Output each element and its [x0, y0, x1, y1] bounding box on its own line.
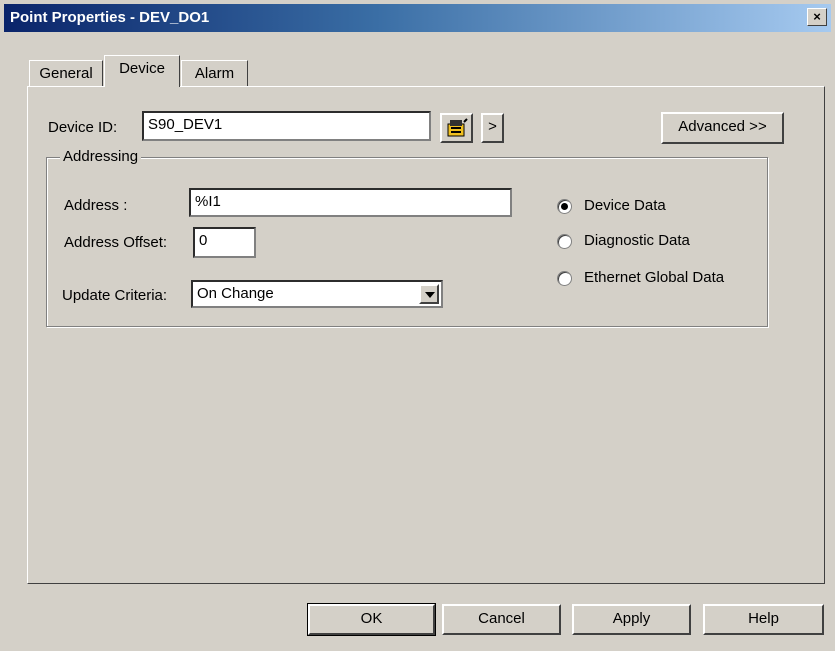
device-browse-icon	[447, 118, 468, 137]
tab-alarm[interactable]: Alarm	[181, 60, 248, 86]
address-label: Address :	[64, 197, 128, 214]
chevron-down-icon[interactable]	[419, 284, 439, 304]
radio-diagnostic-data-label: Diagnostic Data	[584, 232, 690, 249]
device-id-label: Device ID:	[48, 119, 118, 136]
close-button[interactable]: ×	[807, 8, 827, 26]
ok-button[interactable]: OK	[307, 603, 436, 636]
update-criteria-select[interactable]: On Change	[191, 280, 443, 308]
tab-alarm-label: Alarm	[194, 65, 235, 82]
cancel-button[interactable]: Cancel	[442, 604, 561, 635]
addressing-legend: Addressing	[60, 148, 142, 165]
point-properties-dialog: Point Properties - DEV_DO1 × General Dev…	[0, 0, 835, 651]
tab-general-label: General	[39, 65, 93, 82]
radio-unselected-icon	[557, 234, 572, 249]
tab-device[interactable]: Device	[104, 55, 180, 87]
device-id-field[interactable]: S90_DEV1	[142, 111, 431, 141]
radio-selected-icon	[557, 199, 572, 214]
address-field[interactable]: %I1	[189, 188, 512, 217]
address-offset-field[interactable]: 0	[193, 227, 256, 258]
window-title: Point Properties - DEV_DO1	[10, 9, 210, 26]
device-browse-button[interactable]	[440, 113, 473, 143]
radio-device-data-label: Device Data	[584, 197, 666, 214]
radio-ethernet-global-data-label: Ethernet Global Data	[584, 269, 725, 286]
tab-general[interactable]: General	[29, 60, 103, 86]
apply-button[interactable]: Apply	[572, 604, 691, 635]
tab-device-label: Device	[119, 60, 165, 77]
radio-unselected-icon	[557, 271, 572, 286]
update-criteria-value: On Change	[197, 285, 274, 302]
title-bar[interactable]: Point Properties - DEV_DO1 ×	[4, 4, 831, 32]
help-button[interactable]: Help	[703, 604, 824, 635]
advanced-button[interactable]: Advanced >>	[661, 112, 784, 144]
address-offset-label: Address Offset:	[64, 234, 168, 251]
device-arrow-button[interactable]: >	[481, 113, 504, 143]
update-criteria-label: Update Criteria:	[62, 287, 168, 304]
